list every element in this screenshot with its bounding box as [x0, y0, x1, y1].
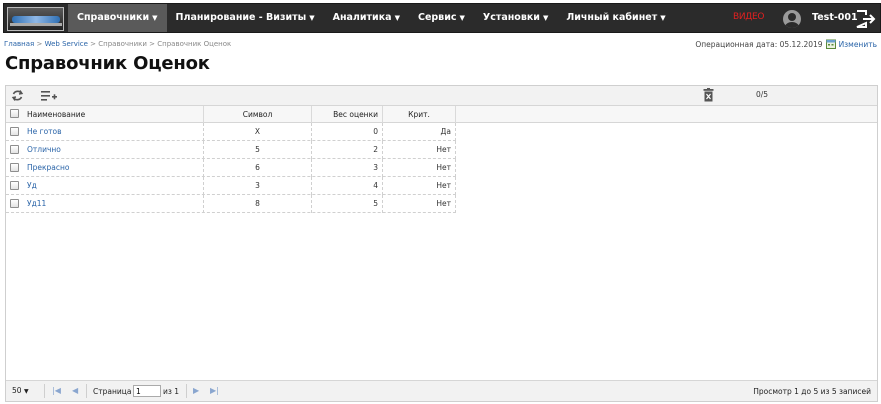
top-bar: Справочники ▼ Планирование - Визиты ▼ Анал…	[0, 0, 881, 36]
pager-separator	[44, 384, 45, 398]
table-row[interactable]: Уд11 8 5 Нет	[6, 195, 456, 213]
menu-item-service[interactable]: Сервис ▼	[409, 4, 474, 32]
row-weight: 5	[312, 195, 383, 213]
column-header-symbol[interactable]: Символ	[204, 106, 312, 123]
video-link[interactable]: ВИДЕО	[733, 12, 765, 22]
row-checkbox[interactable]	[10, 199, 19, 208]
row-name-link[interactable]: Прекрасно	[23, 159, 204, 177]
page-of-label: из 1	[163, 387, 180, 396]
menu-item-analytics[interactable]: Аналитика ▼	[324, 4, 409, 32]
row-checkbox[interactable]	[10, 145, 19, 154]
row-crit: Да	[383, 123, 456, 141]
main-menu: Справочники ▼ Планирование - Визиты ▼ Анал…	[68, 4, 675, 32]
menu-item-references[interactable]: Справочники ▼	[68, 4, 167, 32]
first-page-icon[interactable]: |◀	[52, 386, 61, 395]
grid-pager: 50 ▼ |◀ ◀ Страница из 1 ▶ ▶| Просмотр 1 …	[6, 380, 877, 401]
chevron-down-icon: ▼	[23, 388, 29, 395]
row-weight: 4	[312, 177, 383, 195]
menu-item-planning-visits[interactable]: Планирование - Визиты ▼	[167, 4, 324, 32]
logout-icon[interactable]	[855, 9, 877, 29]
username[interactable]: Test-001	[812, 12, 858, 23]
page-title: Справочник Оценок	[5, 53, 210, 74]
menu-item-settings[interactable]: Установки ▼	[474, 4, 557, 32]
selection-count: 0/5	[756, 90, 769, 99]
table-row[interactable]: Прекрасно 6 3 Нет	[6, 159, 456, 177]
records-view-info: Просмотр 1 до 5 из 5 записей	[753, 387, 871, 396]
row-symbol: 6	[204, 159, 312, 177]
logo[interactable]	[7, 7, 64, 31]
row-weight: 3	[312, 159, 383, 177]
caret-down-icon: ▼	[152, 14, 158, 22]
page-number-input[interactable]	[133, 385, 161, 397]
breadcrumb-references: Справочники	[98, 40, 147, 48]
change-date-link[interactable]: Изменить	[839, 40, 877, 49]
caret-down-icon: ▼	[459, 14, 465, 22]
table-row[interactable]: Не готов X 0 Да	[6, 123, 456, 141]
row-checkbox[interactable]	[10, 127, 19, 136]
grid-header: Наименование Символ Вес оценки Крит.	[6, 106, 877, 123]
row-name-link[interactable]: Не готов	[23, 123, 204, 141]
refresh-icon[interactable]	[11, 89, 24, 102]
row-crit: Нет	[383, 177, 456, 195]
column-header-crit[interactable]: Крит.	[383, 106, 456, 123]
caret-down-icon: ▼	[542, 14, 549, 22]
navbar: Справочники ▼ Планирование - Визиты ▼ Анал…	[3, 3, 881, 33]
table-row[interactable]: Уд 3 4 Нет	[6, 177, 456, 195]
breadcrumb-web-service[interactable]: Web Service	[45, 40, 88, 48]
column-header-weight[interactable]: Вес оценки	[312, 106, 383, 123]
user-avatar-icon[interactable]	[783, 10, 801, 28]
operational-date-label: Операционная дата: 05.12.2019	[695, 39, 823, 49]
row-crit: Нет	[383, 159, 456, 177]
page-label: Страница	[93, 387, 132, 396]
row-name-link[interactable]: Уд	[23, 177, 204, 195]
operational-date: Операционная дата: 05.12.2019 Изменить	[695, 39, 877, 49]
grades-grid: 0/5 Наименование Символ Вес оценки Крит.…	[5, 85, 878, 402]
last-page-icon[interactable]: ▶|	[210, 386, 219, 395]
next-page-icon[interactable]: ▶	[193, 386, 199, 395]
pager-separator	[186, 384, 187, 398]
row-weight: 0	[312, 123, 383, 141]
row-symbol: X	[204, 123, 312, 141]
delete-icon[interactable]	[703, 88, 714, 102]
row-weight: 2	[312, 141, 383, 159]
column-header-name[interactable]: Наименование	[23, 106, 204, 123]
row-checkbox[interactable]	[10, 163, 19, 172]
row-crit: Нет	[383, 141, 456, 159]
calendar-icon[interactable]	[825, 39, 836, 49]
table-row[interactable]: Отлично 5 2 Нет	[6, 141, 456, 159]
row-crit: Нет	[383, 195, 456, 213]
caret-down-icon: ▼	[309, 14, 315, 22]
row-checkbox[interactable]	[10, 181, 19, 190]
page-size-select[interactable]: 50 ▼	[12, 386, 29, 395]
row-symbol: 5	[204, 141, 312, 159]
breadcrumb-home[interactable]: Главная	[4, 40, 34, 48]
breadcrumb: Главная > Web Service > Справочники > Сп…	[4, 40, 232, 48]
grid-toolbar: 0/5	[6, 86, 877, 106]
caret-down-icon: ▼	[394, 14, 400, 22]
select-all-checkbox[interactable]	[10, 109, 19, 118]
row-name-link[interactable]: Уд11	[23, 195, 204, 213]
menu-item-personal-cabinet[interactable]: Личный кабинет ▼	[557, 4, 674, 32]
add-row-icon[interactable]	[41, 90, 57, 102]
row-symbol: 3	[204, 177, 312, 195]
prev-page-icon[interactable]: ◀	[72, 386, 78, 395]
row-symbol: 8	[204, 195, 312, 213]
caret-down-icon: ▼	[660, 14, 666, 22]
row-name-link[interactable]: Отлично	[23, 141, 204, 159]
pager-separator	[86, 384, 87, 398]
breadcrumb-current: Справочник Оценок	[157, 40, 232, 48]
